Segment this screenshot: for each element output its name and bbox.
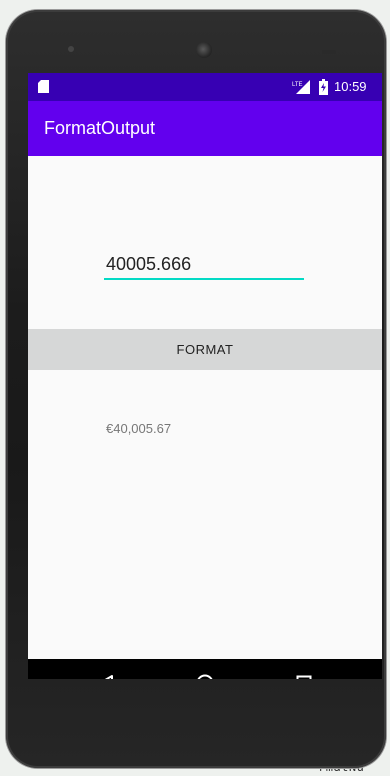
speaker-dot	[68, 46, 74, 52]
proximity-sensor	[322, 50, 336, 54]
input-underline	[104, 278, 304, 280]
back-icon	[104, 675, 113, 679]
sd-card-icon	[38, 80, 49, 93]
recents-button[interactable]	[280, 659, 328, 679]
recents-icon	[296, 675, 312, 679]
number-input[interactable]: 40005.666	[104, 249, 304, 281]
front-camera	[196, 42, 212, 58]
app-title: FormatOutput	[44, 118, 156, 138]
screen: LTE 10:59 FormatOutput 40005.666 FORMAT …	[28, 73, 382, 679]
navigation-bar	[28, 659, 382, 679]
format-button[interactable]: FORMAT	[28, 329, 382, 370]
battery-charging-icon	[319, 79, 328, 95]
status-bar: LTE 10:59	[28, 73, 382, 101]
status-time: 10:59	[334, 79, 367, 94]
format-button-label: FORMAT	[176, 342, 234, 357]
number-input-value[interactable]: 40005.666	[106, 254, 191, 275]
svg-text:LTE: LTE	[292, 82, 303, 88]
phone-frame: LTE 10:59 FormatOutput 40005.666 FORMAT …	[6, 10, 386, 768]
home-icon	[197, 674, 213, 679]
signal-icon: LTE	[292, 80, 310, 94]
back-button[interactable]	[82, 659, 130, 679]
app-bar: FormatOutput	[28, 101, 382, 156]
home-button[interactable]	[181, 659, 229, 679]
formatted-result: €40,005.67	[106, 421, 172, 436]
